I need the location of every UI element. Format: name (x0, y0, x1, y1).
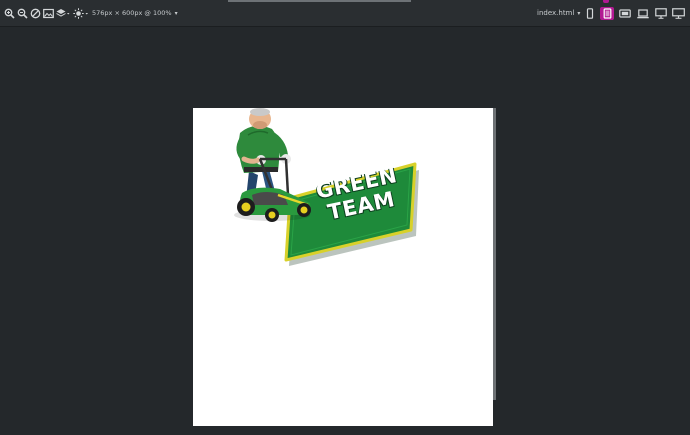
laptop-icon[interactable] (636, 7, 650, 20)
layers-icon[interactable] (56, 8, 70, 19)
wide-desktop-icon[interactable] (671, 7, 685, 20)
zoom-out-icon[interactable] (17, 8, 28, 19)
brightness-icon[interactable] (73, 8, 89, 19)
phone-portrait-icon[interactable] (583, 7, 597, 20)
preview-scrollbar[interactable] (493, 108, 496, 400)
viewport-size-dropdown[interactable]: 576px × 600px @ 100% ▾ (92, 8, 178, 19)
file-select-dropdown[interactable]: index.html ▾ (537, 8, 580, 19)
top-toolbar: 576px × 600px @ 100% ▾ index.html ▾ (0, 0, 690, 27)
tablet-landscape-icon[interactable] (618, 7, 632, 20)
chevron-down-icon: ▾ (174, 10, 178, 17)
lawn-mower-man-illustration (234, 108, 311, 222)
toolbar-highlight-line (228, 0, 411, 2)
zoom-in-icon[interactable] (4, 8, 15, 19)
viewport-size-label: 576px × 600px @ 100% (92, 9, 172, 17)
chevron-down-icon: ▾ (577, 10, 581, 17)
tablet-icon[interactable] (600, 7, 614, 20)
active-device-indicator (603, 0, 609, 3)
file-select-label: index.html (537, 9, 575, 17)
image-icon[interactable] (43, 8, 54, 19)
disable-icon[interactable] (30, 8, 41, 19)
desktop-icon[interactable] (654, 7, 668, 20)
